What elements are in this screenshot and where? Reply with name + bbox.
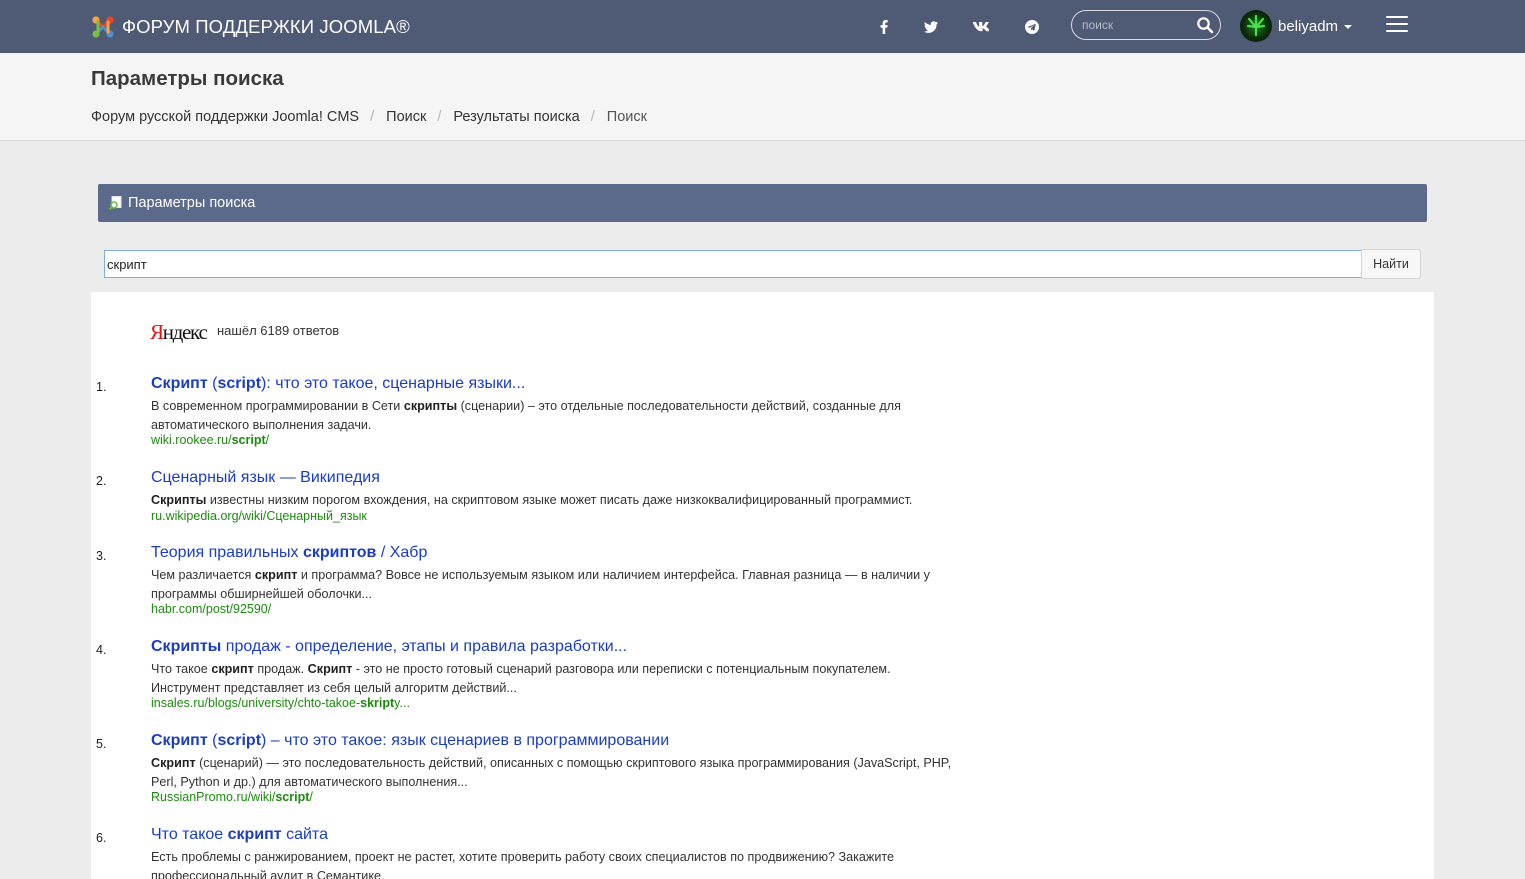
search-query-input[interactable] (104, 250, 1362, 278)
result-number: 6. (96, 831, 107, 845)
chevron-down-icon (1344, 25, 1353, 29)
search-panel-header: Параметры поиска (98, 184, 1427, 222)
result-number: 3. (96, 549, 107, 563)
breadcrumb-current: Поиск (606, 109, 647, 125)
telegram-icon[interactable] (1019, 14, 1045, 40)
result-title-link[interactable]: Что такое скрипт сайта (151, 826, 328, 844)
username: beliyadm (1278, 17, 1339, 35)
result-title-link[interactable]: Теория правильных скриптов / Хабр (151, 544, 427, 562)
result-snippet: Что такое скрипт продаж. Скрипт - это не… (151, 662, 891, 695)
breadcrumb-search[interactable]: Поиск (386, 109, 426, 125)
breadcrumb: Форум русской поддержки Joomla! CMS / По… (91, 109, 647, 125)
breadcrumb-separator: / (590, 109, 595, 125)
result-snippet: В современном программировании в Сети ск… (151, 399, 901, 432)
search-icon[interactable] (1196, 16, 1214, 34)
find-button[interactable]: Найти (1361, 249, 1421, 279)
result-title-link[interactable]: Сценарный язык — Википедия (151, 469, 380, 487)
menu-icon[interactable] (1386, 16, 1410, 36)
breadcrumb-home[interactable]: Форум русской поддержки Joomla! CMS (91, 109, 359, 125)
breadcrumb-separator: / (437, 109, 442, 125)
joomla-logo-icon (92, 15, 114, 38)
avatar (1240, 10, 1272, 42)
page-header: Параметры поиска Форум русской поддержки… (0, 53, 1525, 141)
search-panel-title: Параметры поиска (128, 195, 256, 211)
cannabis-leaf-icon (1246, 14, 1266, 37)
search-page-icon (109, 196, 122, 210)
result-url[interactable]: insales.ru/blogs/university/chto-takoe-s… (151, 696, 410, 710)
result-number: 1. (96, 380, 107, 394)
brand-title: ФОРУМ ПОДДЕРЖКИ JOOMLA® (122, 15, 410, 37)
result-number: 2. (96, 474, 107, 488)
results-count: нашёл 6189 ответов (217, 323, 340, 338)
user-menu[interactable]: beliyadm (1240, 10, 1353, 42)
vk-icon[interactable] (968, 14, 994, 40)
result-snippet: Скрипт (сценарий) — это последовательнос… (151, 756, 952, 789)
result-url[interactable]: ru.wikipedia.org/wiki/Сценарный_язык (151, 509, 367, 523)
navbar-search-input[interactable] (1082, 16, 1192, 34)
result-number: 4. (96, 643, 107, 657)
breadcrumb-search-results[interactable]: Результаты поиска (453, 109, 579, 125)
result-snippet: Скрипты известны низким порогом вхождени… (151, 493, 913, 507)
facebook-icon[interactable] (871, 14, 897, 40)
result-url[interactable]: RussianPromo.ru/wiki/script/ (151, 790, 313, 804)
result-url[interactable]: wiki.rookee.ru/script/ (151, 433, 269, 447)
top-navbar: ФОРУМ ПОДДЕРЖКИ JOOMLA® beliyadm (0, 0, 1525, 53)
result-title-link[interactable]: Скрипты продаж - определение, этапы и пр… (151, 638, 627, 656)
result-title-link[interactable]: Скрипт (script): что это такое, сценарны… (151, 375, 525, 393)
result-snippet: Чем различается скрипт и программа? Вовс… (151, 568, 930, 601)
result-title-link[interactable]: Скрипт (script) – что это такое: язык сц… (151, 732, 669, 750)
result-url[interactable]: habr.com/post/92590/ (151, 602, 271, 616)
navbar-search (1071, 10, 1221, 40)
brand-link[interactable]: ФОРУМ ПОДДЕРЖКИ JOOMLA® (90, 13, 410, 40)
twitter-icon[interactable] (918, 14, 944, 40)
result-snippet: Есть проблемы с ранжированием, проект не… (151, 850, 895, 879)
yandex-logo: Яндекс (150, 320, 208, 344)
breadcrumb-separator: / (370, 109, 375, 125)
page-title: Параметры поиска (91, 67, 284, 90)
result-number: 5. (96, 737, 107, 751)
